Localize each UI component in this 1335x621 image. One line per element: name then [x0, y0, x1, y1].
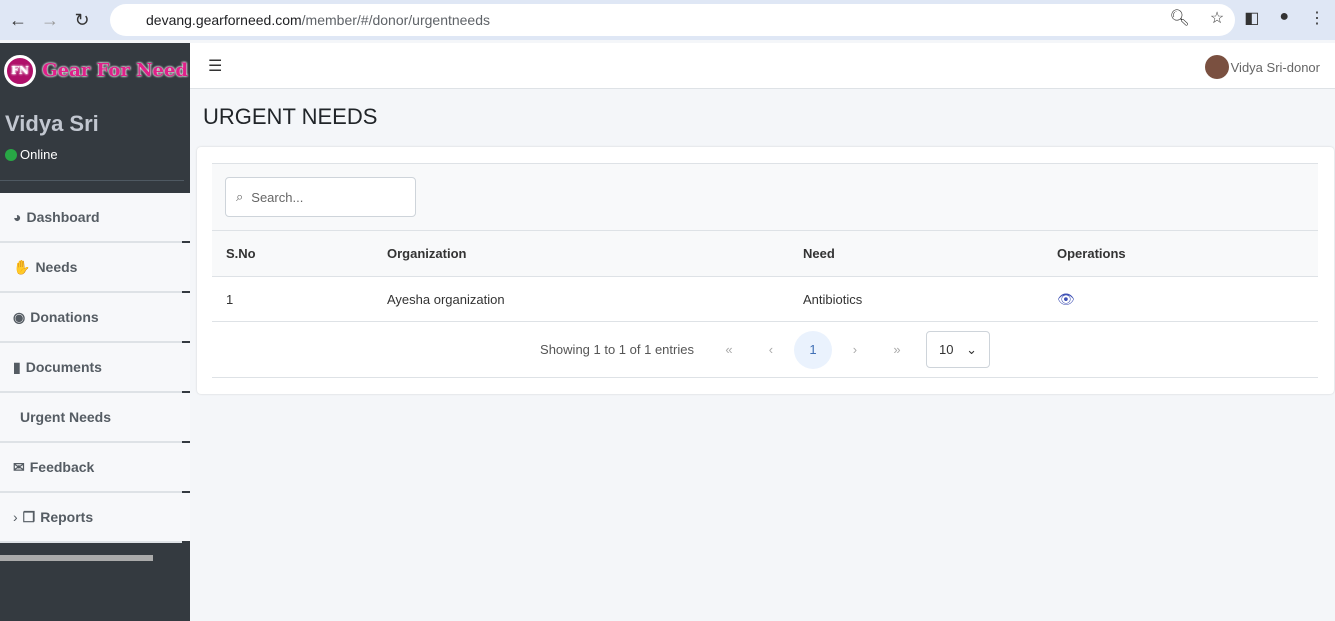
page-size-value: 10 [938, 342, 954, 357]
col-need[interactable]: Need [803, 246, 1057, 261]
user-label: Vidya Sri-donor [1230, 59, 1320, 75]
sidebar-item-needs[interactable]: ✋ Needs [0, 243, 190, 294]
col-sno[interactable]: S.No [212, 246, 387, 261]
envelope-icon: ✉ [13, 458, 25, 475]
sidebar-item-label: Donations [30, 309, 99, 325]
sidebar-item-donations[interactable]: ◉ Donations [0, 293, 190, 344]
user-menu[interactable]: Vidya Sri-donor [1204, 55, 1320, 79]
online-dot-icon [5, 148, 17, 161]
hand-heart-icon: ✋ [13, 258, 31, 275]
forward-icon[interactable]: → [36, 10, 64, 31]
last-page-button[interactable]: » [876, 342, 918, 357]
donation-icon: ◉ [13, 308, 26, 325]
page-button[interactable]: 1 [793, 330, 832, 369]
sidebar-item-documents[interactable]: ▮ Documents [0, 343, 190, 394]
col-organization[interactable]: Organization [387, 246, 803, 261]
cell-organization: Ayesha organization [387, 291, 505, 307]
sidebar-item-label: Needs [35, 259, 78, 275]
sidebar-item-feedback[interactable]: ✉ Feedback [0, 443, 190, 494]
online-status: Online [5, 147, 58, 162]
sidebar: FN Gear For Need Vidya Sri Online ◕ Dashb… [0, 43, 190, 621]
zoom-icon[interactable]: 🔍︎ [1170, 8, 1190, 28]
url-host: devang.gearforneed.com [146, 12, 302, 28]
copy-icon: ❐ [22, 508, 36, 525]
sidebar-item-dashboard[interactable]: ◕ Dashboard [0, 193, 190, 244]
chevron-down-icon: ⌄ [966, 341, 977, 357]
side-panel-icon[interactable]: ◧ [1244, 8, 1259, 28]
sidebar-item-urgent-needs[interactable]: Urgent Needs [0, 393, 190, 444]
dashboard-icon: ◕ [13, 209, 22, 225]
sidebar-item-reports[interactable]: › ❐ Reports [0, 493, 190, 544]
menu-icon[interactable]: ⋮ [1309, 8, 1325, 28]
logo-text: Gear For Need [42, 60, 189, 81]
page-title: URGENT NEEDS [203, 104, 378, 129]
url-path: /member/#/donor/urgentneeds [301, 12, 491, 28]
file-icon: ▮ [13, 358, 21, 375]
user-name: Vidya Sri [5, 111, 99, 136]
cell-sno: 1 [226, 291, 234, 307]
topbar: ☰ Vidya Sri-donor [190, 43, 1335, 89]
cell-need: Antibiotics [803, 291, 863, 307]
entries-info: Showing 1 to 1 of 1 entries [540, 342, 694, 357]
urgent-needs-card: ⌕ Search... S.No Organization Need Operat… [197, 147, 1334, 394]
sidebar-item-label: Urgent Needs [20, 409, 112, 425]
sidebar-item-label: Feedback [29, 459, 95, 475]
browser-toolbar: ← → ↻ devang.gearforneed.com/member/#/do… [0, 0, 1335, 40]
prev-page-button[interactable]: ‹ [750, 342, 792, 357]
sidebar-item-label: Dashboard [26, 209, 100, 225]
sidebar-scrollbar[interactable] [0, 555, 153, 561]
col-operations: Operations [1057, 246, 1126, 261]
search-input[interactable]: ⌕ Search... [225, 177, 416, 217]
logo[interactable]: FN Gear For Need [4, 55, 188, 87]
sidebar-item-label: Reports [40, 509, 94, 525]
status-text: Online [20, 147, 58, 162]
next-page-button[interactable]: › [834, 342, 876, 357]
profile-icon[interactable]: ● [1279, 8, 1289, 28]
table-row: 1 Ayesha organization Antibiotics 👁︎ [212, 277, 1318, 322]
page-size-select[interactable]: 10 ⌄ [925, 331, 990, 368]
table-header: S.No Organization Need Operations [212, 231, 1318, 277]
address-bar[interactable]: devang.gearforneed.com/member/#/donor/ur… [110, 4, 1235, 36]
search-icon: ⌕ [236, 189, 244, 204]
chevron-right-icon: › [13, 509, 18, 525]
pagination: Showing 1 to 1 of 1 entries « ‹ 1 › » 10… [212, 322, 1318, 378]
sidebar-item-label: Documents [25, 359, 102, 375]
avatar [1204, 55, 1229, 79]
back-icon[interactable]: ← [4, 10, 32, 31]
hamburger-icon[interactable]: ☰ [208, 56, 222, 76]
logo-badge: FN [4, 55, 36, 87]
divider [0, 180, 184, 181]
search-placeholder: Search... [251, 189, 304, 205]
star-icon[interactable]: ☆ [1210, 8, 1224, 28]
reload-icon[interactable]: ↻ [68, 10, 96, 31]
eye-icon[interactable]: 👁︎ [1057, 291, 1075, 307]
first-page-button[interactable]: « [708, 342, 750, 357]
